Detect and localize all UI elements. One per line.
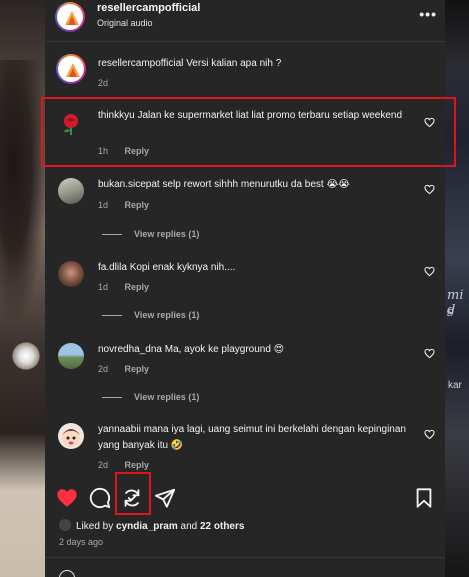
person-avatar[interactable] <box>58 343 84 369</box>
caption-username[interactable]: resellercampofficial <box>98 58 183 69</box>
like-comment-icon[interactable] <box>424 348 435 359</box>
person-avatar[interactable] <box>58 178 84 204</box>
like-comment-icon[interactable] <box>424 266 435 277</box>
highlight-box <box>41 97 456 167</box>
cartoon-avatar[interactable] <box>58 423 84 449</box>
comment-time: 1d <box>98 282 109 292</box>
caption-body: Versi kalian apa nih ? <box>186 58 282 69</box>
post-username[interactable]: resellercampofficial <box>97 2 200 14</box>
comment-text: fa.dlila Kopi enak kyknya nih.... <box>98 260 408 276</box>
post-header: resellercampofficial Original audio ••• <box>45 0 445 36</box>
comment-icon[interactable] <box>89 487 111 509</box>
comment-meta: 1d Reply <box>98 200 149 210</box>
view-replies-button[interactable]: View replies (1) <box>102 229 199 239</box>
replies-line <box>102 234 122 236</box>
comment-meta: 2d Reply <box>98 460 149 470</box>
comment-username[interactable]: yannaabii <box>98 424 141 435</box>
likes-summary[interactable]: Liked by cyndia_pram and 22 others <box>59 519 244 532</box>
more-options-icon[interactable]: ••• <box>419 6 437 22</box>
action-bar <box>45 480 445 514</box>
comment-body: selp rewort sihhh menurutku da best 😭😭 <box>162 179 350 190</box>
caption-meta: 2d <box>98 78 108 88</box>
post-timestamp: 2 days ago <box>59 537 104 547</box>
comment-username[interactable]: novredha_dna <box>98 344 162 355</box>
view-replies-label: View replies (1) <box>134 229 200 239</box>
background-brooch <box>12 342 40 370</box>
comment-time: 1d <box>98 200 109 210</box>
reply-button[interactable]: Reply <box>125 282 150 292</box>
reply-button[interactable]: Reply <box>125 200 150 210</box>
comment-username[interactable]: fa.dlila <box>98 262 127 273</box>
comment-meta: 2d Reply <box>98 364 149 374</box>
liker-avatar[interactable] <box>59 519 71 531</box>
comment-body: mana iya lagi, uang seimut ini berkelahi… <box>98 424 406 451</box>
highlight-box <box>115 472 151 515</box>
audio-label[interactable]: Original audio <box>97 18 153 28</box>
comment-username[interactable]: bukan.sicepat <box>98 179 160 190</box>
comments-panel: resellercampofficial Original audio ••• … <box>45 0 445 577</box>
comment-text: bukan.sicepat selp rewort sihhh menurutk… <box>98 177 408 193</box>
reply-button[interactable]: Reply <box>125 460 150 470</box>
caption-text: resellercampofficial Versi kalian apa ni… <box>98 56 408 72</box>
background-text: kar <box>448 380 462 391</box>
liker-username[interactable]: cyndia_pram <box>116 521 178 532</box>
person-avatar[interactable] <box>58 261 84 287</box>
comment-body: Kopi enak kyknya nih.... <box>129 262 236 273</box>
cartoon-face-icon <box>62 429 80 447</box>
account-avatar[interactable] <box>55 2 85 32</box>
replies-line <box>102 315 122 317</box>
view-replies-button[interactable]: View replies (1) <box>102 392 199 402</box>
likes-others[interactable]: 22 others <box>200 521 244 532</box>
likes-and: and <box>180 521 198 532</box>
comment-time: 2d <box>98 364 109 374</box>
comment-text: novredha_dna Ma, ayok ke playground 😍 <box>98 342 408 358</box>
replies-line <box>102 397 122 399</box>
share-send-icon[interactable] <box>154 487 176 509</box>
divider <box>45 557 445 558</box>
view-replies-button[interactable]: View replies (1) <box>102 310 199 320</box>
background-figure <box>0 60 45 320</box>
bookmark-icon[interactable] <box>413 487 435 509</box>
comment-time: 2d <box>98 460 109 470</box>
divider <box>45 41 445 42</box>
background-video-left <box>0 0 45 577</box>
background-video-right: mi d s kar <box>445 0 469 577</box>
comment-text: yannaabii mana iya lagi, uang seimut ini… <box>98 422 408 454</box>
view-replies-label: View replies (1) <box>134 310 200 320</box>
caption-time: 2d <box>98 78 109 88</box>
background-text: s <box>447 305 454 320</box>
emoji-icon[interactable] <box>59 570 75 577</box>
like-comment-icon[interactable] <box>424 184 435 195</box>
liked-by-prefix: Liked by <box>76 521 114 532</box>
like-comment-icon[interactable] <box>424 429 435 440</box>
comment-body: Ma, ayok ke playground 😍 <box>164 344 285 355</box>
brand-logo-icon <box>65 11 79 25</box>
caption-avatar[interactable] <box>56 54 86 84</box>
like-heart-icon[interactable] <box>56 487 78 509</box>
view-replies-label: View replies (1) <box>134 392 200 402</box>
brand-logo-icon <box>66 63 80 77</box>
comment-meta: 1d Reply <box>98 282 149 292</box>
reply-button[interactable]: Reply <box>125 364 150 374</box>
